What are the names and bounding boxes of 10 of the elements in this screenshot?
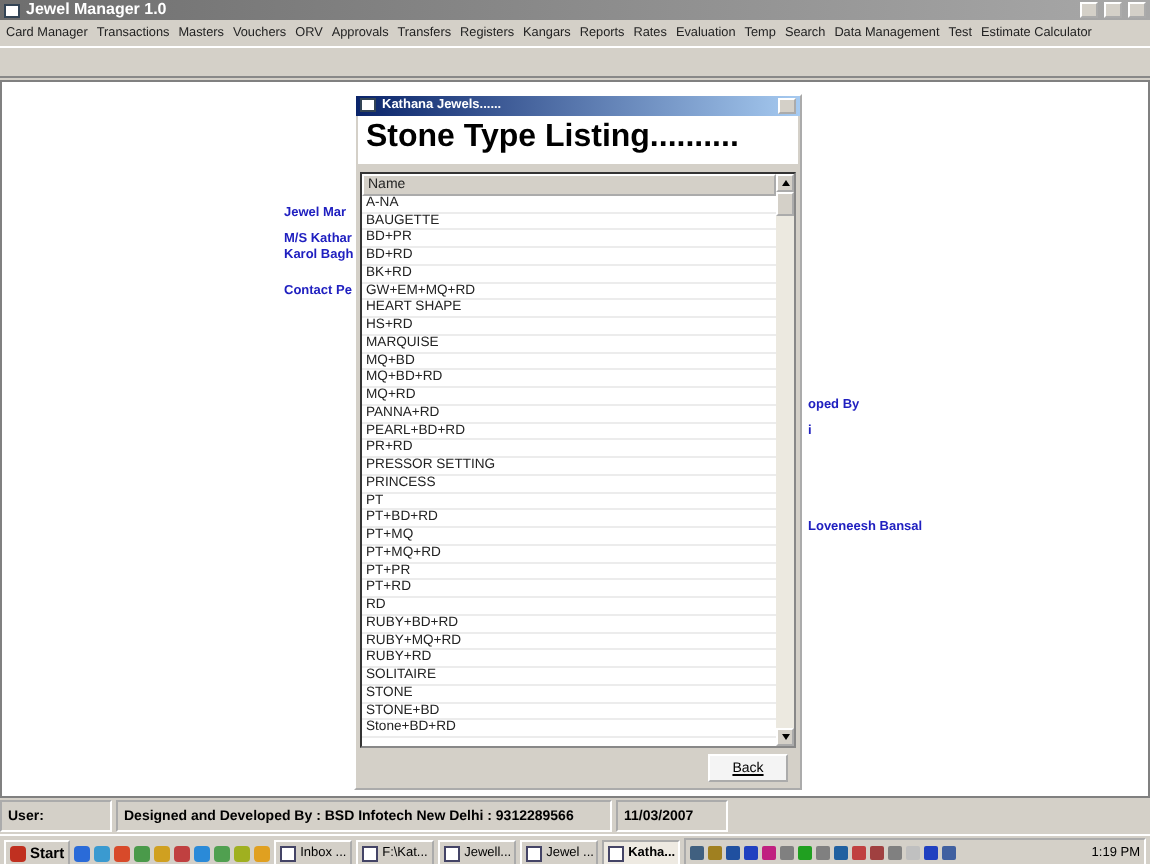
scroll-thumb[interactable] — [776, 191, 794, 216]
close-button[interactable] — [778, 97, 796, 114]
scroll-up-button[interactable] — [776, 173, 794, 192]
dialog-heading: Stone Type Listing.......... — [358, 115, 798, 164]
minimize-button[interactable] — [1080, 2, 1098, 18]
scroll-down-button[interactable] — [776, 728, 794, 746]
close-button[interactable] — [1128, 2, 1146, 18]
app-icon — [4, 3, 20, 17]
restore-button[interactable] — [1104, 2, 1122, 18]
window-title: Jewel Manager 1.0 — [26, 0, 167, 20]
